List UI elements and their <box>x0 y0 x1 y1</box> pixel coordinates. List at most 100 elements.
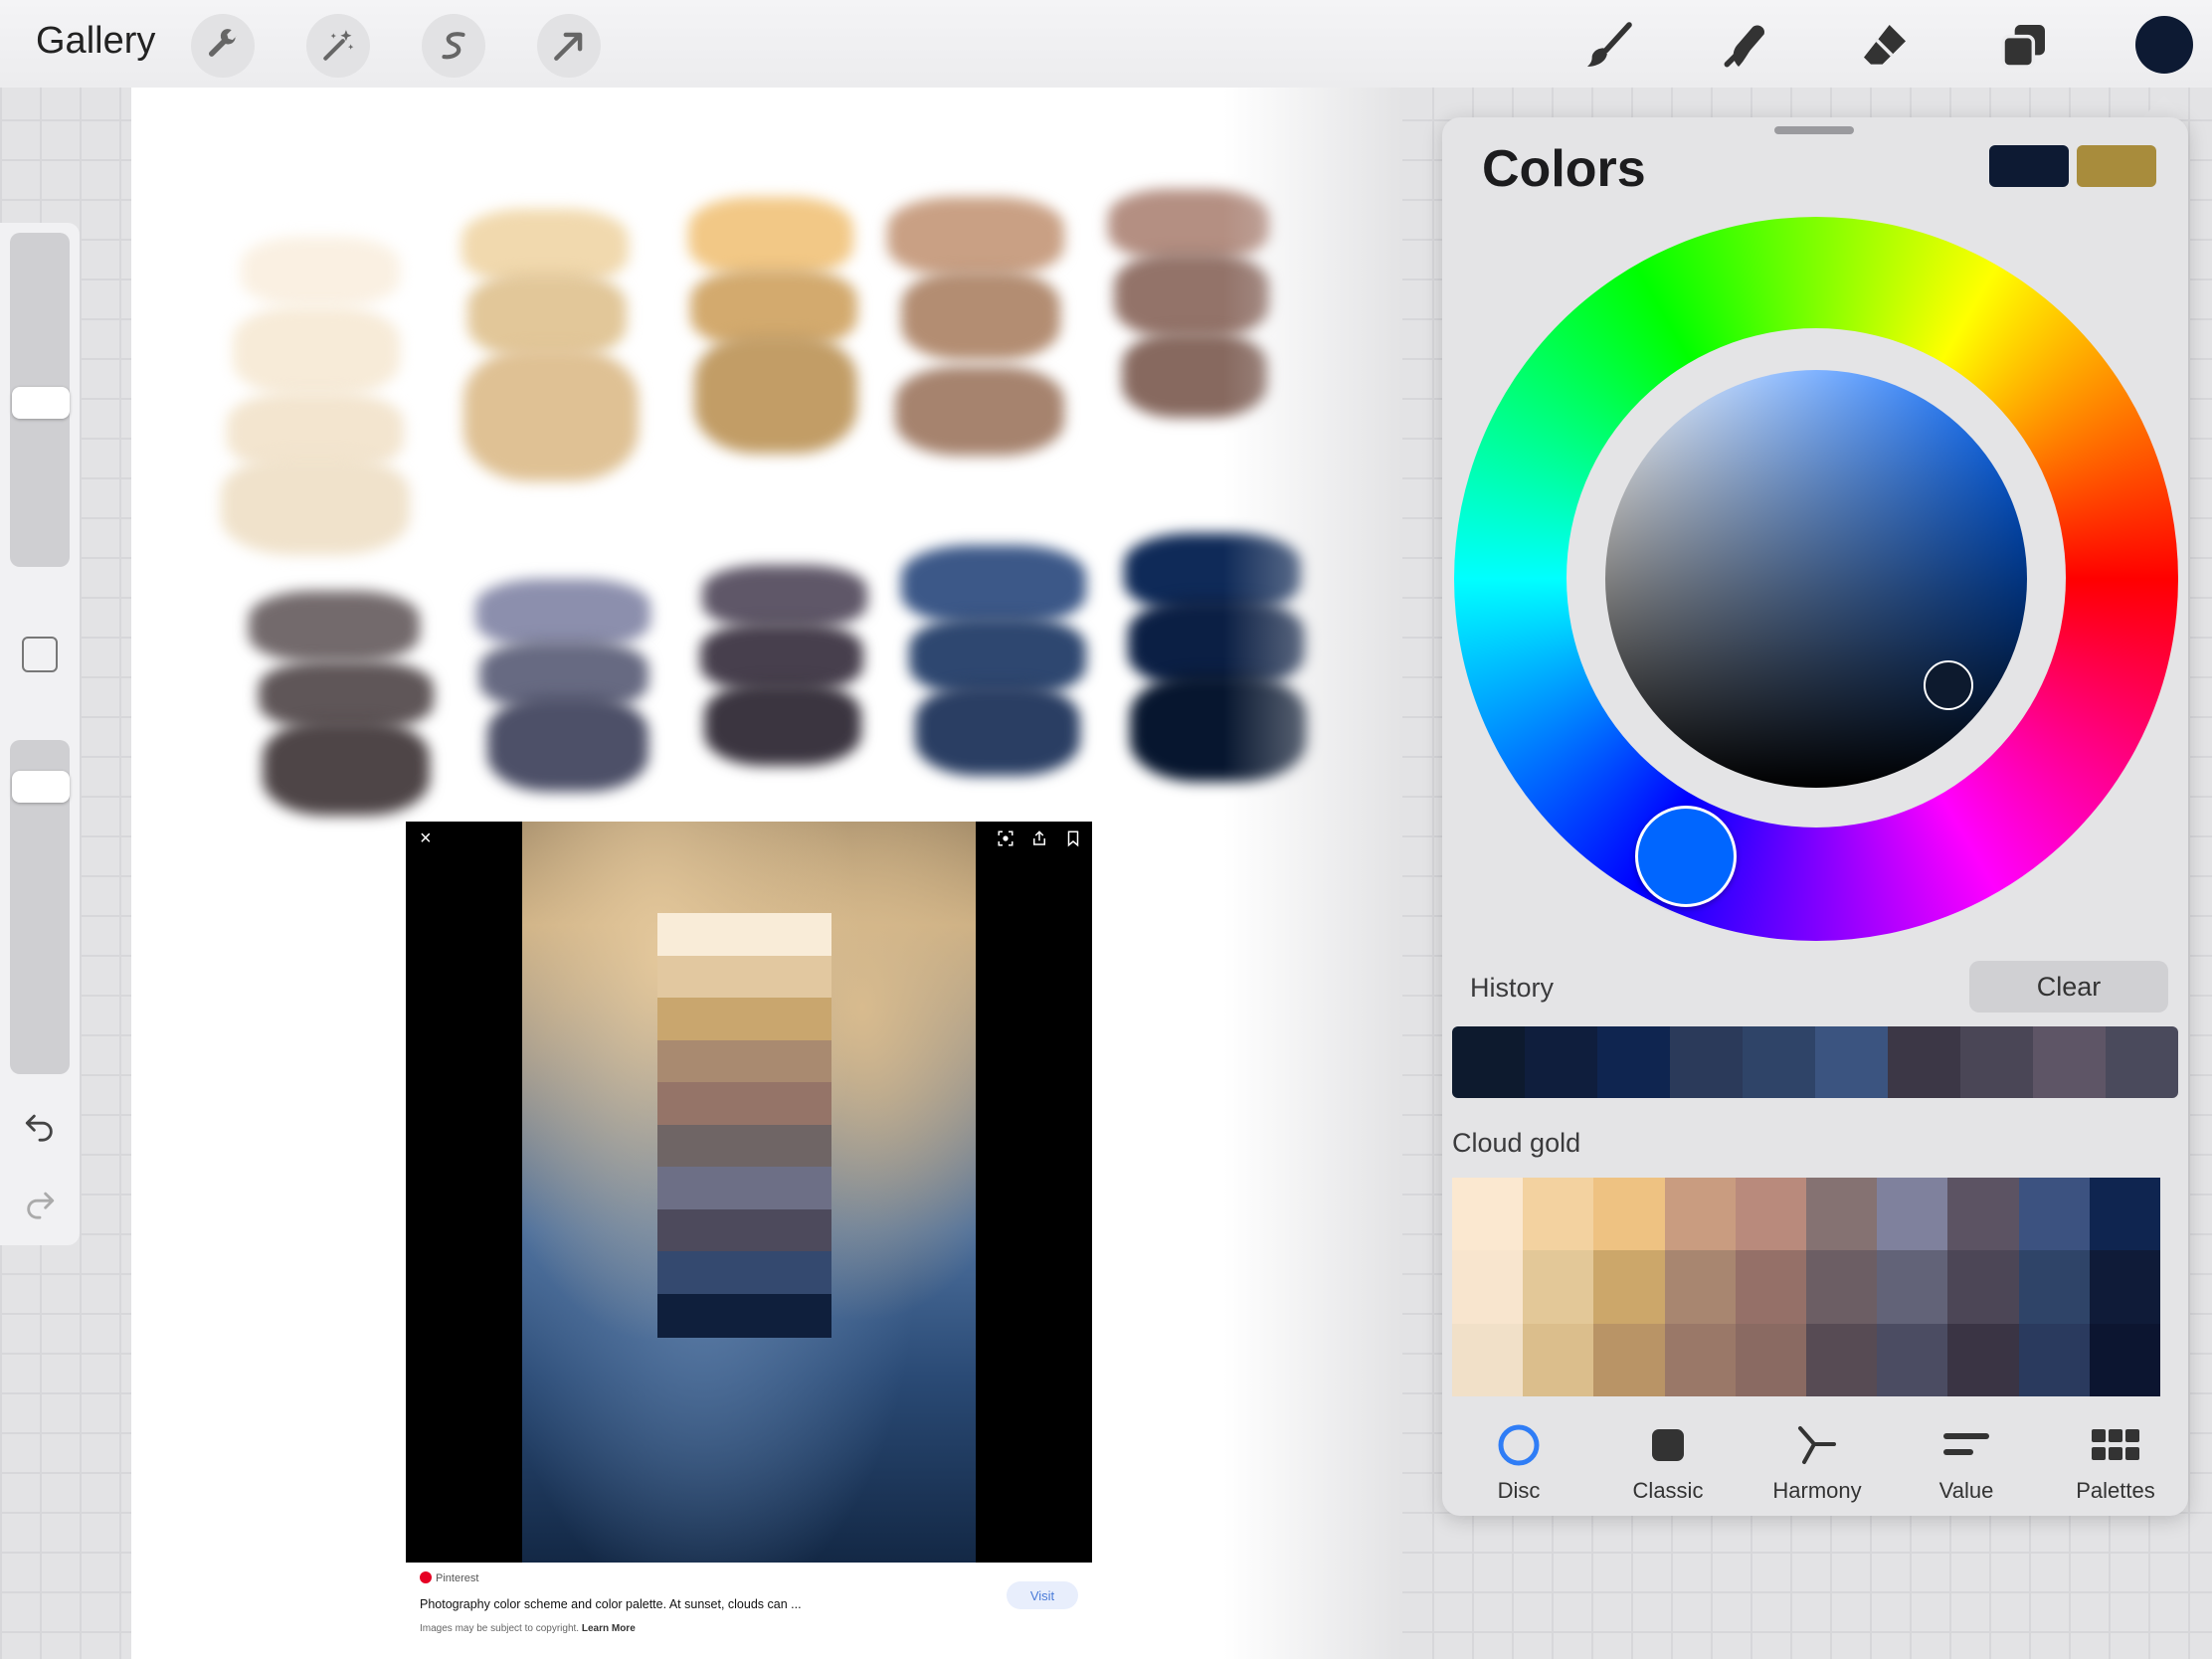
copyright-note: Images may be subject to copyright. Lear… <box>420 1623 636 1634</box>
history-label: History <box>1470 973 1555 1003</box>
panel-grabber[interactable] <box>1774 126 1854 134</box>
close-icon[interactable]: × <box>420 828 432 850</box>
opacity-thumb[interactable] <box>12 771 70 804</box>
palette-swatch[interactable] <box>2089 1178 2160 1251</box>
reference-caption: Photography color scheme and color palet… <box>420 1597 802 1611</box>
gallery-button[interactable]: Gallery <box>36 20 155 63</box>
palette-swatch[interactable] <box>1805 1323 1878 1396</box>
history-swatch[interactable] <box>1743 1026 1815 1098</box>
selection-s-icon[interactable] <box>422 14 485 78</box>
palette-swatch[interactable] <box>1947 1250 2019 1324</box>
transform-arrow-icon[interactable] <box>537 14 601 78</box>
palette-swatch[interactable] <box>1452 1250 1524 1324</box>
history-swatch[interactable] <box>2106 1026 2178 1098</box>
history-swatch[interactable] <box>2033 1026 2106 1098</box>
palette-swatch[interactable] <box>1735 1250 1806 1324</box>
tab-harmony[interactable]: Harmony <box>1762 1420 1872 1504</box>
palette-swatch[interactable] <box>1523 1178 1594 1251</box>
tab-value[interactable]: Value <box>1912 1420 2021 1504</box>
palette-swatch[interactable] <box>1664 1323 1736 1396</box>
hue-knob[interactable] <box>1635 806 1737 907</box>
palette-swatch[interactable] <box>1877 1250 1948 1324</box>
palette-swatch[interactable] <box>2018 1323 2090 1396</box>
palette-swatch[interactable] <box>1735 1323 1806 1396</box>
canvas-shadow <box>1223 88 1402 1659</box>
value-sliders-icon <box>1912 1420 2021 1470</box>
paint-blob <box>263 720 430 816</box>
undo-icon[interactable] <box>20 1106 60 1146</box>
primary-color-swatch[interactable] <box>1989 145 2069 187</box>
reference-image[interactable]: × Pinterest Photography color scheme and… <box>406 822 1092 1641</box>
redo-icon[interactable] <box>20 1184 60 1223</box>
paint-blob <box>915 684 1080 776</box>
reference-swatch <box>657 1167 831 1210</box>
top-toolbar: Gallery <box>0 0 2212 88</box>
palette-swatch[interactable] <box>1947 1323 2019 1396</box>
history-swatch[interactable] <box>1452 1026 1525 1098</box>
palette-swatch[interactable] <box>1735 1178 1806 1251</box>
palette-grid <box>1452 1178 2160 1396</box>
harmony-icon <box>1762 1420 1872 1470</box>
magic-wand-icon[interactable] <box>306 14 370 78</box>
clear-history-button[interactable]: Clear <box>1969 961 2168 1013</box>
palette-swatch[interactable] <box>1805 1178 1878 1251</box>
palette-swatch[interactable] <box>1523 1323 1594 1396</box>
history-swatch[interactable] <box>1670 1026 1743 1098</box>
secondary-color-swatch[interactable] <box>2077 145 2156 187</box>
palette-swatch[interactable] <box>1593 1250 1665 1324</box>
palette-swatch[interactable] <box>1805 1250 1878 1324</box>
tab-label: Disc <box>1497 1478 1541 1503</box>
palette-swatch[interactable] <box>1452 1323 1524 1396</box>
learn-more-link[interactable]: Learn More <box>582 1623 636 1634</box>
history-swatch[interactable] <box>1888 1026 1960 1098</box>
history-swatch[interactable] <box>1960 1026 2033 1098</box>
palette-swatch[interactable] <box>1947 1178 2019 1251</box>
paint-blob <box>895 366 1064 456</box>
brush-size-thumb[interactable] <box>12 387 70 420</box>
paint-blob <box>487 696 648 792</box>
tab-palettes[interactable]: Palettes <box>2061 1420 2170 1504</box>
palette-swatch[interactable] <box>1593 1323 1665 1396</box>
saturation-brightness-disc[interactable] <box>1605 370 2027 788</box>
paint-blob <box>704 682 861 766</box>
palette-swatch[interactable] <box>2018 1250 2090 1324</box>
bookmark-icon[interactable] <box>1064 830 1082 852</box>
history-swatch[interactable] <box>1815 1026 1888 1098</box>
eraser-icon[interactable] <box>1850 14 1920 78</box>
palette-swatch[interactable] <box>2089 1323 2160 1396</box>
palette-swatch[interactable] <box>1452 1178 1524 1251</box>
palette-swatch[interactable] <box>1877 1323 1948 1396</box>
classic-square-icon <box>1613 1420 1723 1470</box>
tab-disc[interactable]: Disc <box>1464 1420 1573 1504</box>
history-swatch[interactable] <box>1597 1026 1670 1098</box>
smudge-icon[interactable] <box>1711 14 1780 78</box>
paint-blob <box>467 273 627 358</box>
palette-swatch[interactable] <box>1877 1178 1948 1251</box>
current-color-button[interactable] <box>2135 16 2193 74</box>
wrench-icon[interactable] <box>191 14 255 78</box>
palette-swatch[interactable] <box>1664 1178 1736 1251</box>
share-icon[interactable] <box>1030 830 1048 852</box>
paint-blob <box>901 271 1060 360</box>
palette-swatch[interactable] <box>2018 1178 2090 1251</box>
paint-blob <box>702 565 867 629</box>
reference-swatch <box>657 1082 831 1126</box>
panel-pointer <box>2140 95 2188 119</box>
paint-blob <box>249 591 420 662</box>
palette-name[interactable]: Cloud gold <box>1452 1128 1580 1159</box>
visit-button[interactable]: Visit <box>1007 1581 1078 1609</box>
saturation-brightness-knob[interactable] <box>1924 660 1973 710</box>
history-swatch[interactable] <box>1525 1026 1597 1098</box>
layers-icon[interactable] <box>1989 14 2059 78</box>
palette-swatch[interactable] <box>2089 1250 2160 1324</box>
lens-icon[interactable] <box>997 830 1014 852</box>
palette-swatch[interactable] <box>1523 1250 1594 1324</box>
palette-swatch[interactable] <box>1593 1178 1665 1251</box>
palette-swatch[interactable] <box>1664 1250 1736 1324</box>
paint-blob <box>901 545 1086 625</box>
paint-blob <box>233 306 400 396</box>
brush-icon[interactable] <box>1573 14 1643 78</box>
modify-button[interactable] <box>22 637 58 672</box>
paint-blob <box>241 237 400 306</box>
tab-classic[interactable]: Classic <box>1613 1420 1723 1504</box>
